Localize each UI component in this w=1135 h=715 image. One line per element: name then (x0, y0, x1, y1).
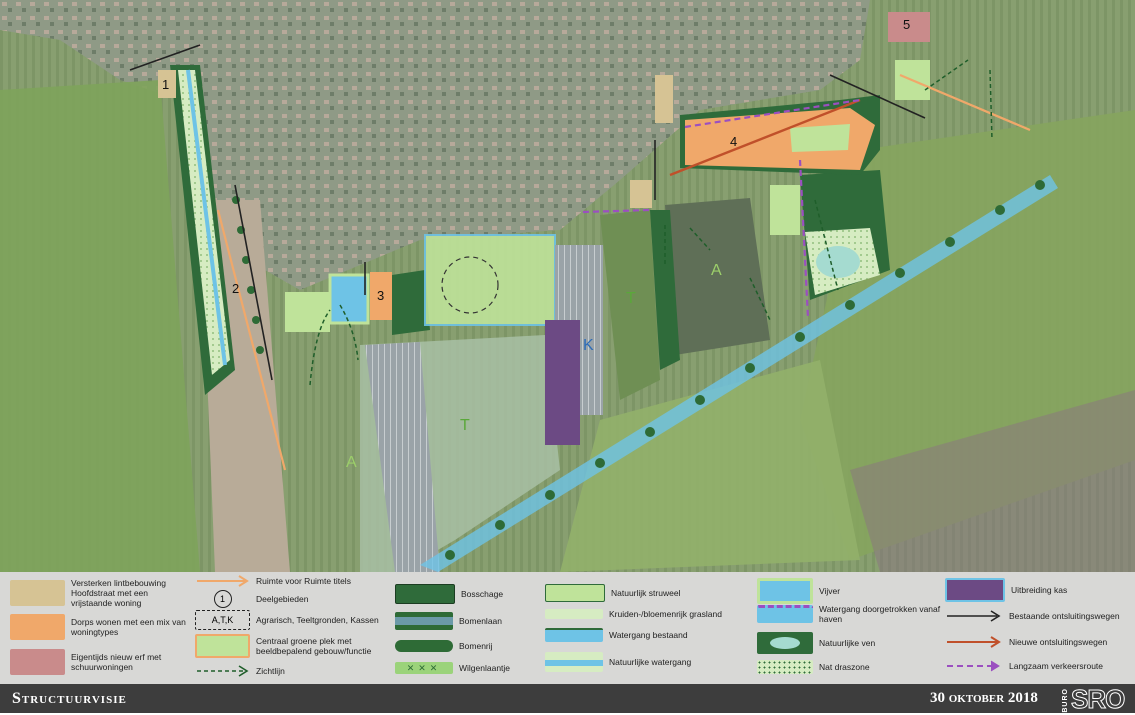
atk-symbol: A,T,K (195, 610, 250, 630)
legend-bomenlaan: Bomenlaan (395, 612, 545, 630)
legend-centraal: Centraal groene plek met beeldbepalend g… (195, 634, 395, 658)
zone-label-2: 2 (232, 281, 239, 296)
document-title: Structuurvisie (12, 690, 127, 707)
legend-deel: 1 Deelgebieden (195, 590, 385, 608)
legend-erf: Eigentijds nieuw erf met schuurwoningen (10, 649, 190, 675)
area-label-t-west: T (460, 417, 470, 434)
legend-kas: Uitbreiding kas (945, 578, 1130, 602)
buro-label: BURO (1062, 688, 1069, 713)
legend-natuurlijke-watergang: Natuurlijke watergang (545, 652, 755, 672)
natural-pond (816, 246, 860, 278)
footer-bar: Structuurvisie 30 oktober 2018 BURO SRO (0, 684, 1135, 715)
structure-plan-map: 1 2 3 4 5 A A T T K (0, 0, 1135, 572)
legend-draszone: Nat draszone (757, 660, 942, 674)
legend-vijver: Vijver (757, 578, 942, 604)
area-label-a-east: A (711, 262, 722, 279)
deelgebied-symbol: 1 (213, 590, 232, 608)
legend-zicht: Zichtlijn (195, 665, 385, 677)
legend-dorps: Dorps wonen met een mix van woningtypes (10, 614, 190, 640)
area-label-a-west: A (346, 454, 357, 471)
central-green (424, 234, 556, 326)
legend-bosschage: Bosschage (395, 584, 545, 604)
area-label-k: K (583, 337, 594, 354)
sro-logo: SRO (1070, 684, 1125, 715)
legend-kruiden: Kruiden-/bloemenrijk grasland (545, 609, 755, 619)
zone-label-5: 5 (903, 17, 910, 32)
legend-bestaande: Bestaande ontsluitingswegen (945, 610, 1130, 622)
zone-label-3: 3 (377, 288, 384, 303)
legend-nieuwe: Nieuwe ontsluitingswegen (945, 636, 1130, 648)
legend-watergang: Watergang bestaand (545, 628, 755, 642)
zone-label-1: 1 (162, 77, 169, 92)
legend-ven: Natuurlijke ven (757, 632, 942, 654)
kas-uitbreiding (545, 320, 580, 445)
legend-langzaam: Langzaam verkeersroute (945, 660, 1130, 672)
legend: Versterken lintbebouwing Hoofdstraat met… (0, 572, 1135, 684)
legend-doorgetrokken: Watergang doorgetrokken vanaf haven (757, 604, 942, 624)
legend-bomenrij: Bomenrij (395, 640, 545, 652)
legend-struweel: Natuurlijk struweel (545, 584, 755, 602)
document-date: 30 oktober 2018 (930, 690, 1038, 706)
legend-wilgen: ✕✕✕ Wilgenlaantje (395, 662, 545, 674)
legend-ruimte: Ruimte voor Ruimte titels (195, 575, 385, 587)
zone-label-4: 4 (730, 134, 737, 149)
area-label-t-east: T (626, 290, 636, 307)
legend-atk: A,T,K Agrarisch, Teeltgronden, Kassen (195, 610, 385, 630)
zone-3-pond (328, 273, 370, 325)
legend-lint: Versterken lintbebouwing Hoofdstraat met… (10, 578, 190, 608)
